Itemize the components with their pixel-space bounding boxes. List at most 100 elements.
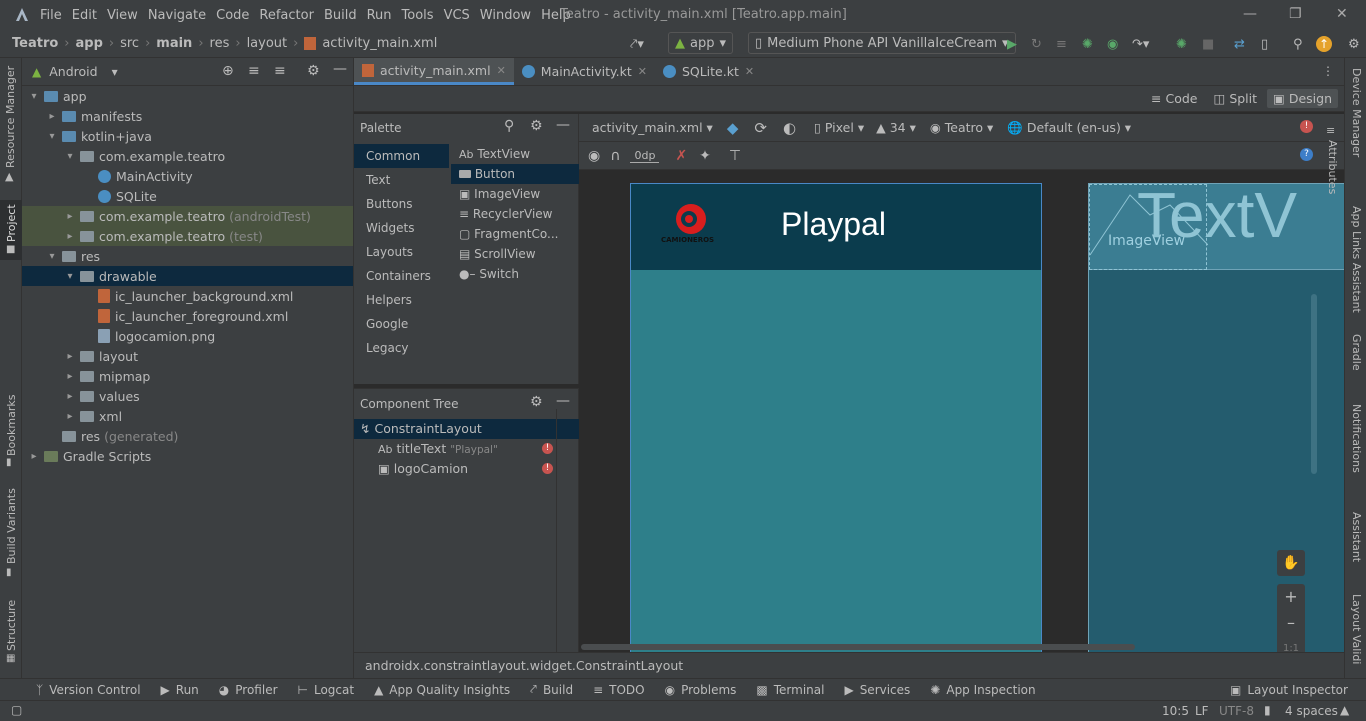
clear-constraints-icon[interactable]: ✗: [675, 148, 687, 164]
default-margin-select[interactable]: 0dp: [630, 149, 660, 163]
design-preview-screen[interactable]: CAMIONEROS Playpal: [630, 183, 1042, 652]
build-tab[interactable]: ⤤ Build: [530, 682, 573, 697]
palette-category[interactable]: Buttons: [354, 192, 449, 216]
night-mode-icon[interactable]: ◐: [783, 119, 796, 137]
design-mode-button[interactable]: ▣ Design: [1267, 89, 1338, 108]
menu-window[interactable]: Window: [480, 8, 539, 23]
pan-icon[interactable]: ✋: [1277, 550, 1305, 576]
blueprint-preview-screen[interactable]: ImageView TextV: [1088, 183, 1345, 652]
logo-camion-image[interactable]: CAMIONEROS: [659, 201, 719, 251]
palette-category[interactable]: Legacy: [354, 336, 449, 360]
tree-item[interactable]: ▾ app: [22, 86, 353, 106]
project-view-select[interactable]: Android: [49, 64, 97, 79]
collapse-all-icon[interactable]: ≡: [274, 63, 286, 79]
device-select[interactable]: ▯ Medium Phone API VanillaIceCream ▾: [748, 32, 1016, 54]
menu-vcs[interactable]: VCS: [444, 8, 478, 23]
tree-node-titletext[interactable]: Ab titleText "Playpal" !: [354, 439, 579, 459]
settings-icon[interactable]: ⚙: [1342, 33, 1366, 55]
palette-category[interactable]: Helpers: [354, 288, 449, 312]
search-icon[interactable]: ⚲: [504, 118, 514, 134]
device-manager-tab[interactable]: Device Manager: [1350, 68, 1363, 157]
infer-constraints-icon[interactable]: ✦: [699, 148, 711, 164]
indent-setting[interactable]: 4 spaces: [1285, 704, 1338, 718]
eye-icon[interactable]: ◉: [588, 148, 600, 164]
debug-icon[interactable]: ✺: [1076, 33, 1099, 55]
close-tab-icon[interactable]: ✕: [497, 64, 506, 77]
breadcrumb-file[interactable]: activity_main.xml: [322, 36, 437, 51]
close-tab-icon[interactable]: ✕: [638, 65, 647, 78]
layout-validation-tab[interactable]: Layout Validi: [1350, 594, 1363, 664]
breadcrumb-project[interactable]: Teatro: [12, 36, 58, 51]
locale-select[interactable]: 🌐 Default (en-us) ▾: [1007, 120, 1131, 136]
profiler-tab[interactable]: ◕ Profiler: [219, 683, 278, 697]
layers-icon[interactable]: ◆: [727, 119, 739, 137]
chevron-right-icon[interactable]: ▸: [64, 391, 76, 402]
layout-file-select[interactable]: activity_main.xml ▾: [592, 120, 713, 135]
scrollbar[interactable]: [1311, 294, 1317, 474]
chevron-right-icon[interactable]: ▸: [64, 351, 76, 362]
bookmarks-tab[interactable]: Bookmarks: [5, 395, 18, 456]
menu-refactor[interactable]: Refactor: [259, 8, 322, 23]
chevron-right-icon[interactable]: ▸: [64, 231, 76, 242]
rerun-icon[interactable]: ↻: [1025, 33, 1048, 55]
project-tab[interactable]: Project: [5, 204, 18, 242]
chevron-right-icon[interactable]: ▸: [28, 451, 40, 462]
error-icon[interactable]: !: [1300, 120, 1313, 133]
tree-item[interactable]: ▾ kotlin+java: [22, 126, 353, 146]
close-icon[interactable]: ✕: [1336, 6, 1348, 22]
tree-item[interactable]: ▾ drawable: [22, 266, 353, 286]
services-tab[interactable]: ▶ Services: [844, 683, 910, 697]
palette-item-fragment[interactable]: ▢ FragmentCo...: [451, 224, 579, 244]
horizontal-scrollbar[interactable]: [581, 644, 1135, 650]
palette-category[interactable]: Common: [354, 144, 449, 168]
menu-build[interactable]: Build: [324, 8, 365, 23]
gradle-tab[interactable]: Gradle: [1350, 334, 1363, 371]
tree-item[interactable]: logocamion.png: [22, 326, 353, 346]
chevron-down-icon[interactable]: ▾: [64, 271, 76, 282]
tree-item[interactable]: ▸ Gradle Scripts: [22, 446, 353, 466]
chevron-right-icon[interactable]: ▸: [64, 371, 76, 382]
terminal-tab[interactable]: ▩ Terminal: [756, 683, 824, 697]
palette-category[interactable]: Text: [354, 168, 449, 192]
error-icon[interactable]: !: [542, 443, 553, 454]
tab-activity-main[interactable]: activity_main.xml ✕: [354, 58, 514, 85]
toggle-tool-windows-icon[interactable]: ▢: [11, 703, 22, 717]
guidelines-icon[interactable]: ⊤: [729, 148, 741, 164]
orientation-icon[interactable]: ⟳: [754, 119, 767, 137]
build-variants-tab[interactable]: Build Variants: [5, 488, 18, 564]
hide-panel-icon[interactable]: —: [556, 393, 570, 409]
hammer-icon[interactable]: ⤤▾: [624, 33, 650, 55]
todo-tab[interactable]: ≡ TODO: [593, 683, 645, 697]
palette-item-scrollview[interactable]: ▤ ScrollView: [451, 244, 579, 264]
palette-item-switch[interactable]: ●– Switch: [451, 264, 579, 284]
palette-item-button[interactable]: Button: [451, 164, 579, 184]
minimize-icon[interactable]: —: [1243, 6, 1257, 22]
menu-run[interactable]: Run: [367, 8, 400, 23]
tree-item[interactable]: ▾ com.example.teatro: [22, 146, 353, 166]
menu-navigate[interactable]: Navigate: [148, 8, 214, 23]
breadcrumb-app[interactable]: app: [76, 36, 103, 51]
breadcrumb-layout[interactable]: layout: [247, 36, 288, 51]
tab-main-activity[interactable]: MainActivity.kt ✕: [514, 58, 655, 85]
error-icon[interactable]: !: [542, 463, 553, 474]
tree-item[interactable]: MainActivity: [22, 166, 353, 186]
menu-file[interactable]: File: [40, 8, 70, 23]
tree-item[interactable]: ▸ com.example.teatro (androidTest): [22, 206, 353, 226]
tree-item[interactable]: ▸ com.example.teatro (test): [22, 226, 353, 246]
gear-icon[interactable]: ⚙: [530, 118, 543, 134]
chevron-right-icon[interactable]: ▸: [64, 411, 76, 422]
hide-panel-icon[interactable]: —: [556, 117, 570, 133]
palette-category[interactable]: Containers: [354, 264, 449, 288]
tree-node-logocamion[interactable]: ▣ logoCamion !: [354, 459, 579, 479]
run-icon[interactable]: ▶: [1001, 33, 1023, 55]
api-select[interactable]: ▲ 34 ▾: [876, 120, 916, 135]
run-config-select[interactable]: ▲ app ▾: [668, 32, 734, 54]
notifications-tab[interactable]: Notifications: [1350, 404, 1363, 473]
tree-item[interactable]: ▸ layout: [22, 346, 353, 366]
attach-icon[interactable]: ↷▾: [1126, 33, 1155, 55]
blueprint-textview-label[interactable]: TextV: [1137, 184, 1297, 252]
problems-tab[interactable]: ◉ Problems: [665, 683, 737, 697]
lock-icon[interactable]: ▮: [1264, 703, 1271, 717]
menu-tools[interactable]: Tools: [402, 8, 442, 23]
app-quality-insights-tab[interactable]: ▲ App Quality Insights: [374, 683, 510, 697]
